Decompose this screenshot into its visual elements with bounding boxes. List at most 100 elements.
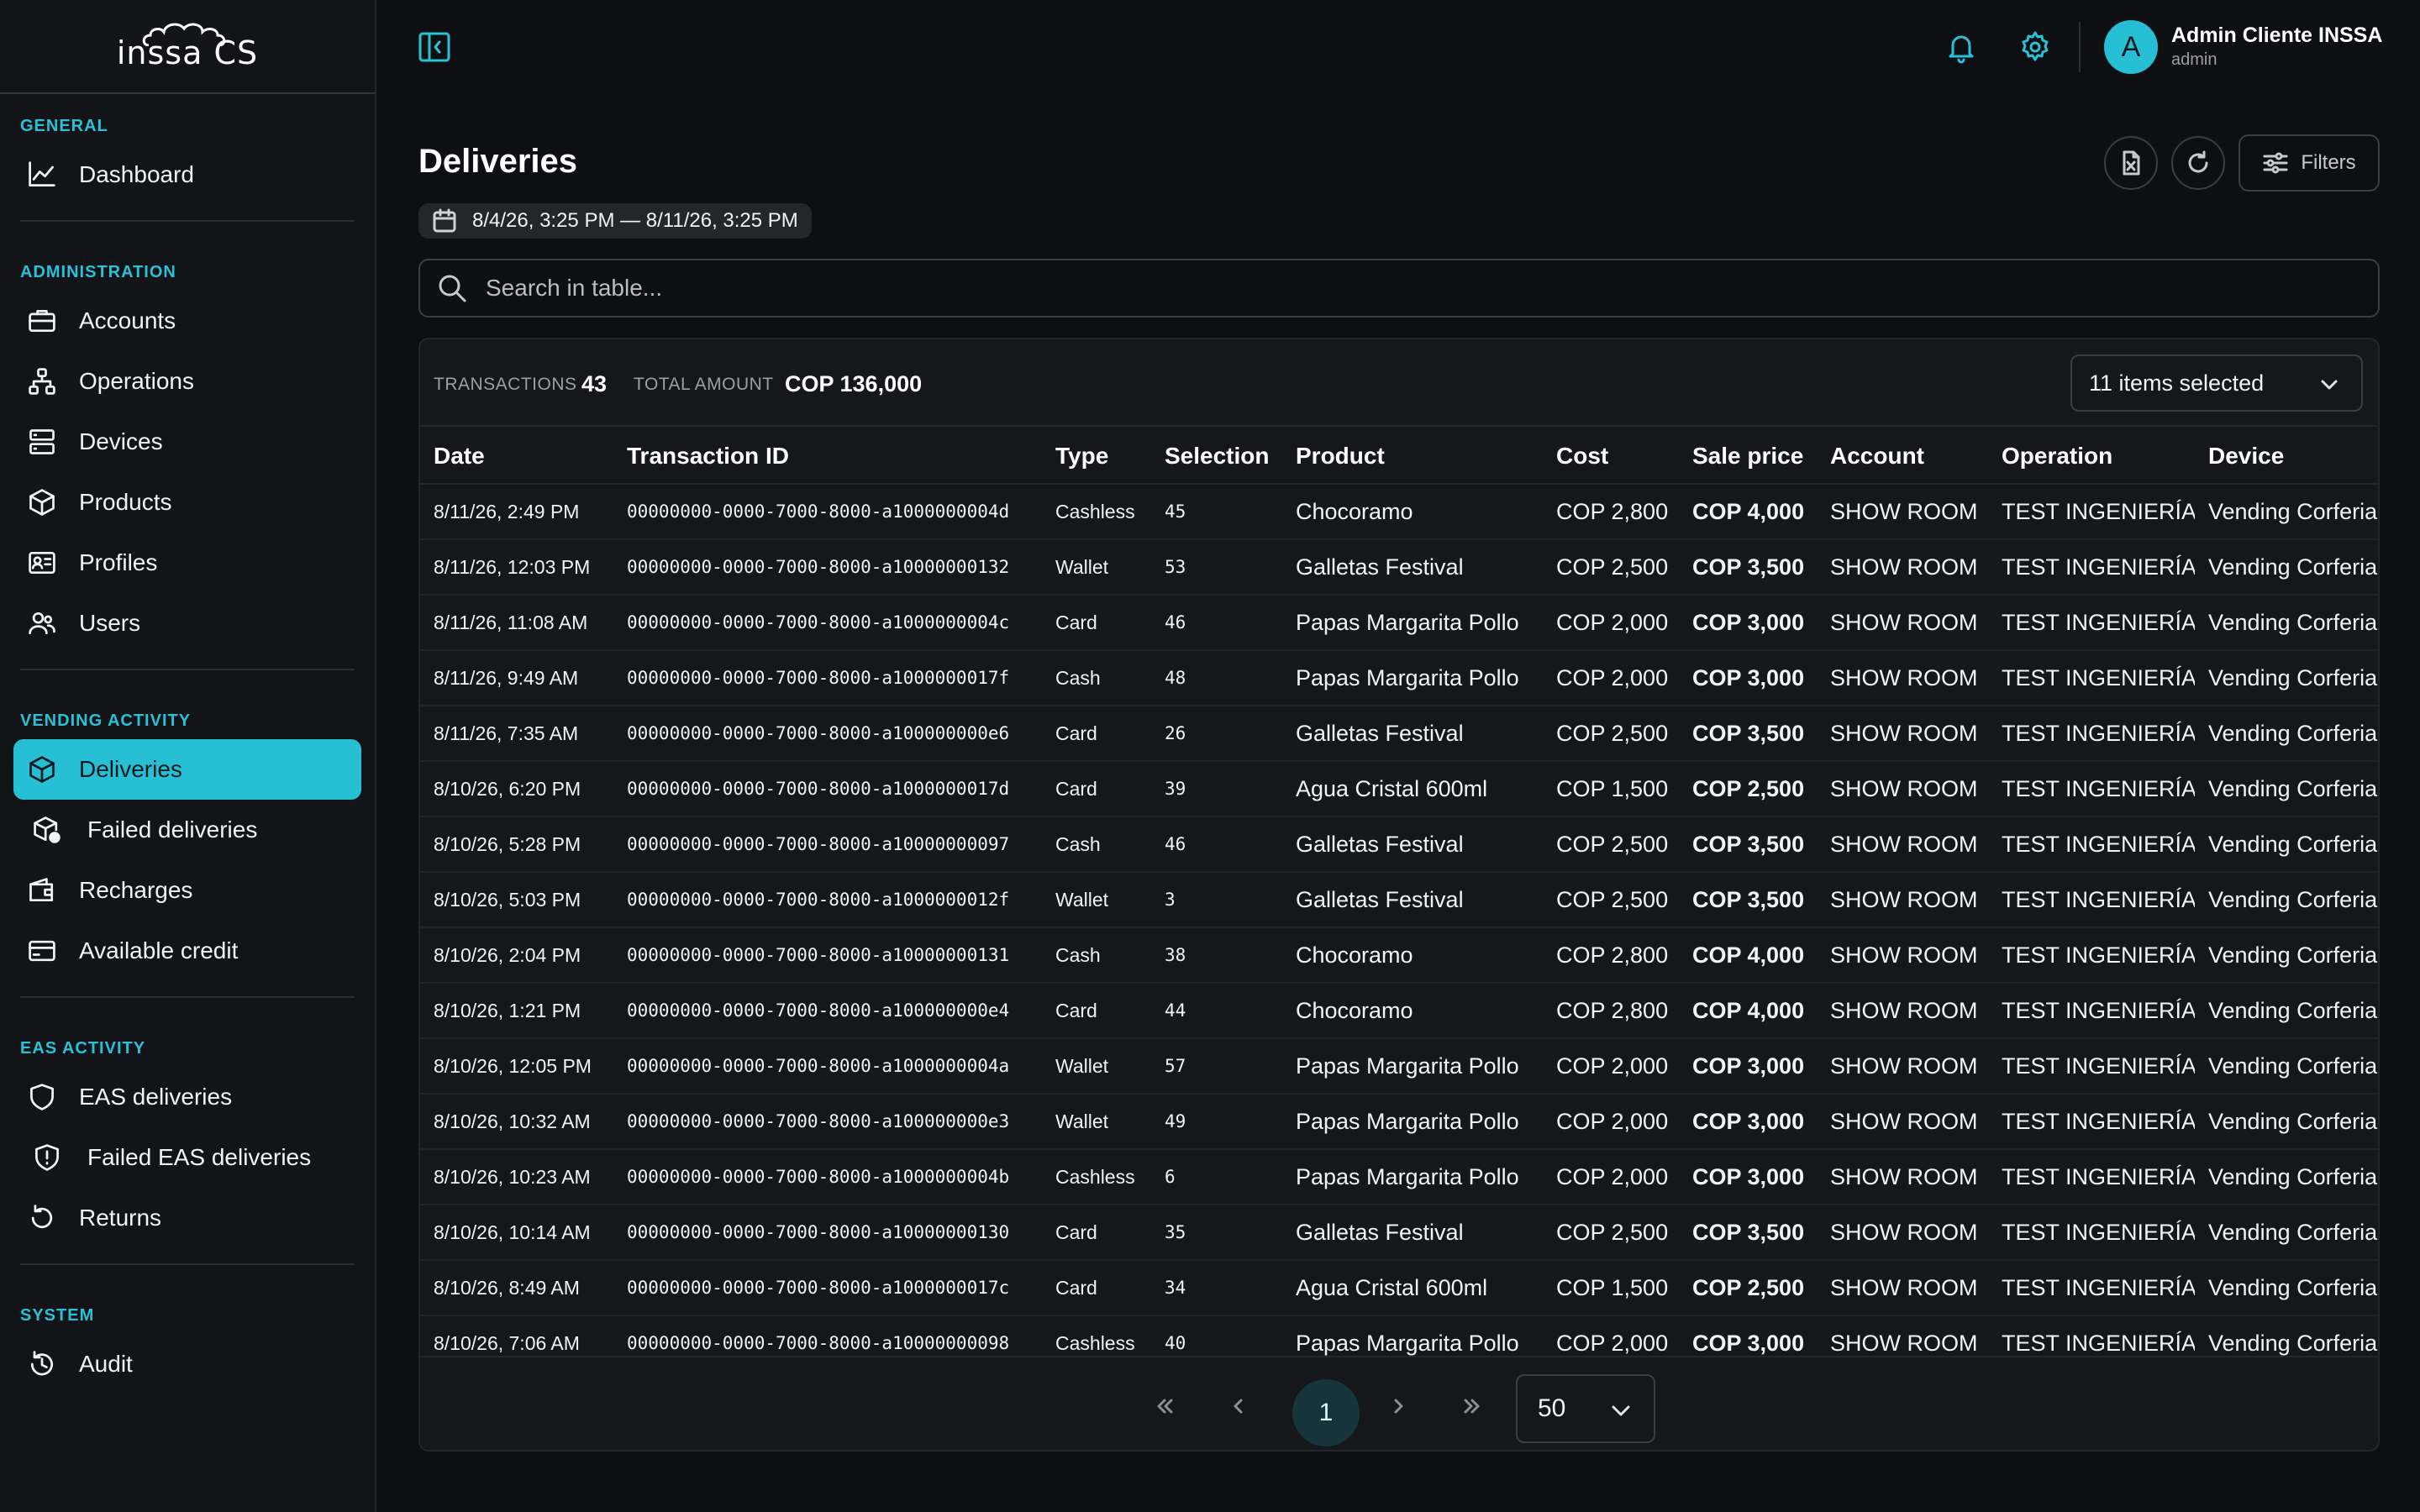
settings-button[interactable]: [2018, 30, 2052, 64]
type-cell: Wallet: [1042, 539, 1151, 596]
table-row[interactable]: 8/10/26, 10:23 AM 00000000-0000-7000-8000…: [420, 1149, 2378, 1205]
sidebar-item-deliveries[interactable]: Deliveries: [13, 739, 361, 800]
sidebar-item-operations[interactable]: Operations: [13, 351, 361, 412]
sidebar-item-available-credit[interactable]: Available credit: [13, 921, 361, 981]
sale-price-cell: COP 2,500: [1679, 761, 1817, 817]
sidebar-item-accounts[interactable]: Accounts: [13, 291, 361, 351]
column-header-account[interactable]: Account: [1817, 428, 1988, 485]
next-page-button[interactable]: [1373, 1381, 1423, 1431]
column-header-product[interactable]: Product: [1282, 428, 1543, 485]
refresh-button[interactable]: [2171, 136, 2225, 190]
device-cell: Vending Corferias: [2195, 706, 2378, 762]
account-cell: SHOW ROOM: [1817, 650, 1988, 706]
sidebar-item-eas-deliveries[interactable]: EAS deliveries: [13, 1067, 361, 1127]
date-cell: 8/10/26, 10:23 AM: [420, 1149, 613, 1205]
first-page-button[interactable]: [1139, 1381, 1190, 1431]
product-cell: Galletas Festival: [1282, 1205, 1543, 1261]
filters-button[interactable]: Filters: [2238, 134, 2380, 192]
column-header-type[interactable]: Type: [1042, 428, 1151, 485]
product-cell: Papas Margarita Pollo: [1282, 1038, 1543, 1095]
previous-page-button[interactable]: [1213, 1381, 1264, 1431]
type-cell: Cash: [1042, 816, 1151, 873]
column-header-sale-price[interactable]: Sale price: [1679, 428, 1817, 485]
table-row[interactable]: 8/11/26, 11:08 AM 00000000-0000-7000-8000…: [420, 595, 2378, 651]
avatar[interactable]: A: [2104, 20, 2158, 74]
selection-cell: 44: [1151, 983, 1282, 1039]
operation-cell: TEST INGENIERÍA: [1988, 1205, 2195, 1261]
column-header-transaction-id[interactable]: Transaction ID: [613, 428, 1042, 485]
cost-cell: COP 2,500: [1543, 816, 1679, 873]
briefcase-icon: [25, 304, 59, 338]
table-row[interactable]: 8/10/26, 2:04 PM 00000000-0000-7000-8000-…: [420, 927, 2378, 984]
date-cell: 8/10/26, 5:28 PM: [420, 816, 613, 873]
brand-logo[interactable]: inssa CS: [117, 21, 258, 71]
table-row[interactable]: 8/10/26, 1:21 PM 00000000-0000-7000-8000-…: [420, 983, 2378, 1039]
table-row[interactable]: 8/10/26, 5:03 PM 00000000-0000-7000-8000-…: [420, 872, 2378, 928]
date-cell: 8/10/26, 2:04 PM: [420, 927, 613, 984]
sale-price-cell: COP 3,000: [1679, 650, 1817, 706]
transaction-id-cell: 00000000-0000-7000-8000-a1000000017c: [613, 1260, 1042, 1316]
table-row[interactable]: 8/11/26, 12:03 PM 00000000-0000-7000-8000…: [420, 539, 2378, 596]
sale-price-cell: COP 4,000: [1679, 484, 1817, 540]
table-row[interactable]: 8/10/26, 8:49 AM 00000000-0000-7000-8000-…: [420, 1260, 2378, 1316]
type-cell: Card: [1042, 1205, 1151, 1261]
sidebar-item-dashboard[interactable]: Dashboard: [13, 144, 361, 205]
table-row[interactable]: 8/10/26, 5:28 PM 00000000-0000-7000-8000-…: [420, 816, 2378, 873]
table-row[interactable]: 8/10/26, 10:14 AM 00000000-0000-7000-8000…: [420, 1205, 2378, 1261]
export-excel-button[interactable]: [2104, 136, 2158, 190]
summary-bar: TRANSACTIONS 43 TOTAL AMOUNT COP 136,000…: [420, 339, 2378, 427]
column-header-date[interactable]: Date: [420, 428, 613, 485]
column-header-operation[interactable]: Operation: [1988, 428, 2195, 485]
table-row[interactable]: 8/11/26, 9:49 AM 00000000-0000-7000-8000-…: [420, 650, 2378, 706]
transaction-id-cell: 00000000-0000-7000-8000-a1000000012f: [613, 872, 1042, 928]
account-cell: SHOW ROOM: [1817, 761, 1988, 817]
sale-price-cell: COP 3,000: [1679, 595, 1817, 651]
sidebar-item-failed-eas-deliveries[interactable]: Failed EAS deliveries: [13, 1127, 361, 1188]
table-row[interactable]: 8/10/26, 12:05 PM 00000000-0000-7000-8000…: [420, 1038, 2378, 1095]
box-icon: [25, 486, 59, 519]
column-header-cost[interactable]: Cost: [1543, 428, 1679, 485]
sidebar-item-devices[interactable]: Devices: [13, 412, 361, 472]
sidebar-item-audit[interactable]: Audit: [13, 1334, 361, 1394]
type-cell: Card: [1042, 595, 1151, 651]
column-header-device[interactable]: Device: [2195, 428, 2378, 485]
shield-icon: [25, 1080, 59, 1114]
table-row[interactable]: 8/11/26, 2:49 PM 00000000-0000-7000-8000-…: [420, 484, 2378, 540]
cost-cell: COP 2,500: [1543, 872, 1679, 928]
search-input[interactable]: [486, 275, 2334, 302]
sidebar-item-failed-deliveries[interactable]: Failed deliveries: [13, 800, 361, 860]
column-header-selection[interactable]: Selection: [1151, 428, 1282, 485]
table-row[interactable]: 8/10/26, 6:20 PM 00000000-0000-7000-8000-…: [420, 761, 2378, 817]
sidebar-item-profiles[interactable]: Profiles: [13, 533, 361, 593]
page-size-select[interactable]: 50: [1516, 1374, 1655, 1443]
notifications-button[interactable]: [1944, 30, 1978, 64]
table-row[interactable]: 8/11/26, 7:35 AM 00000000-0000-7000-8000-…: [420, 706, 2378, 762]
date-cell: 8/11/26, 7:35 AM: [420, 706, 613, 762]
sidebar-item-products[interactable]: Products: [13, 472, 361, 533]
columns-select-label: 11 items selected: [2089, 370, 2265, 396]
sidebar-item-users[interactable]: Users: [13, 593, 361, 654]
cost-cell: COP 2,000: [1543, 1038, 1679, 1095]
selection-cell: 34: [1151, 1260, 1282, 1316]
topbar-separator: [2079, 22, 2081, 72]
sidebar-toggle-button[interactable]: [418, 32, 450, 62]
last-page-button[interactable]: [1447, 1381, 1497, 1431]
columns-select[interactable]: 11 items selected: [2070, 354, 2363, 412]
table-scroll-area[interactable]: Date Transaction ID Type Selection Product Co…: [420, 428, 2378, 1356]
sidebar-item-recharges[interactable]: Recharges: [13, 860, 361, 921]
server-icon: [25, 425, 59, 459]
cost-cell: COP 2,800: [1543, 983, 1679, 1039]
date-cell: 8/11/26, 2:49 PM: [420, 484, 613, 540]
current-page-button[interactable]: 1: [1292, 1379, 1360, 1446]
product-cell: Galletas Festival: [1282, 539, 1543, 596]
device-cell: Vending Corferias: [2195, 816, 2378, 873]
table-row[interactable]: 8/10/26, 7:06 AM 00000000-0000-7000-8000-…: [420, 1315, 2378, 1356]
device-cell: Vending Corferias: [2195, 1260, 2378, 1316]
nav-divider: [20, 220, 355, 222]
sidebar-item-label: Users: [79, 610, 141, 636]
table-row[interactable]: 8/10/26, 10:32 AM 00000000-0000-7000-8000…: [420, 1094, 2378, 1150]
date-range-picker[interactable]: 8/4/26, 3:25 PM — 8/11/26, 3:25 PM: [418, 203, 812, 239]
device-cell: Vending Corferias: [2195, 1315, 2378, 1356]
selection-cell: 48: [1151, 650, 1282, 706]
sidebar-item-returns[interactable]: Returns: [13, 1188, 361, 1248]
